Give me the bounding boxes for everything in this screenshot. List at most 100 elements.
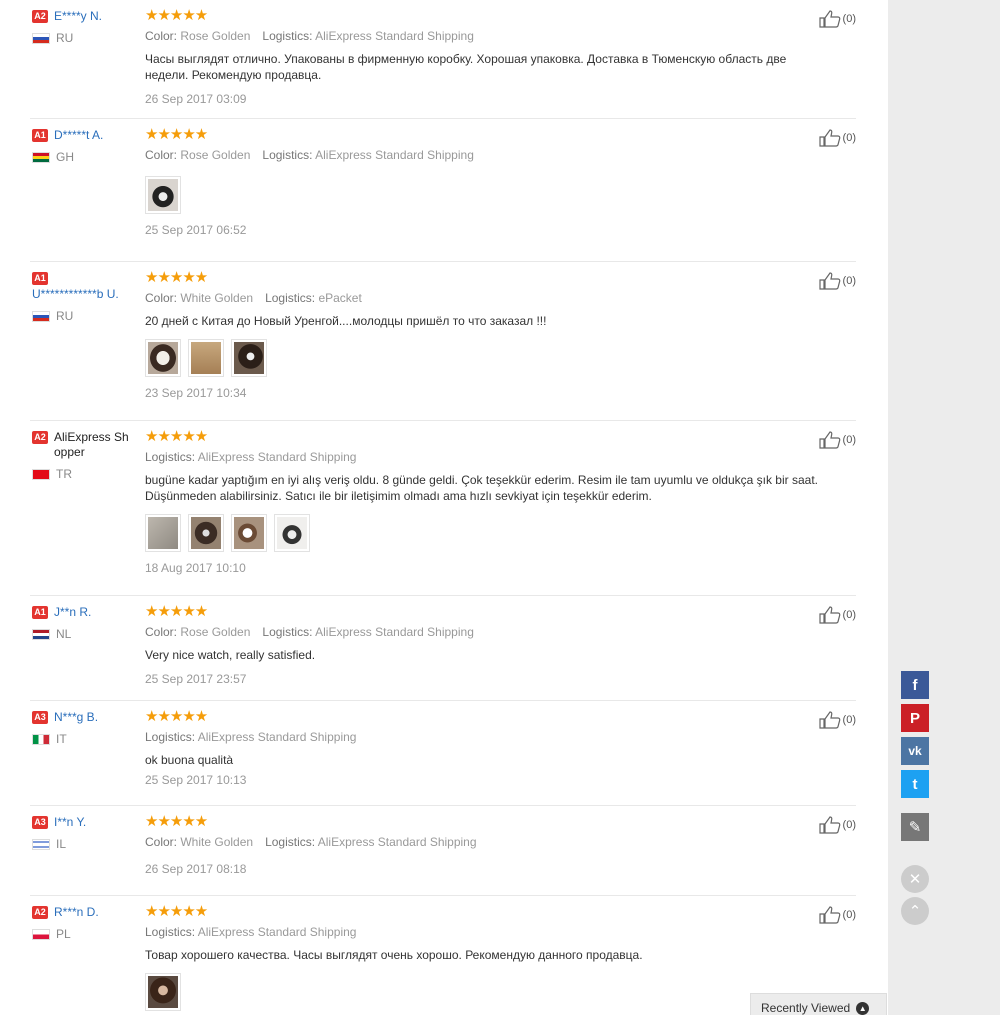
level-badge: A3 [32,711,48,724]
reviewer-name[interactable]: R***n D. [54,905,99,920]
review-photo[interactable] [145,176,181,214]
pencil-icon: ✎ [908,819,922,836]
star-rating: ★★★★★ [145,7,208,24]
review-photo[interactable] [231,339,267,377]
review-date: 25 Sep 2017 06:52 [145,223,247,237]
review-body: ★★★★★ Logistics: AliExpress Standard Shi… [145,429,825,575]
reviewer-name[interactable]: I**n Y. [54,815,86,830]
review-body: ★★★★★ Color: White Golden Logistics: AliE… [145,814,825,877]
reviewer-name[interactable]: D*****t A. [54,128,103,143]
country-code: IT [56,732,67,746]
reviewer-name[interactable]: U************b U. [32,287,119,302]
review-photo[interactable] [188,514,224,552]
helpful-count: (0) [842,909,856,921]
helpful-count: (0) [842,132,856,144]
star-rating: ★★★★★ [145,708,208,725]
logistics-label: Logistics: [262,148,313,162]
logistics-value: AliExpress Standard Shipping [197,450,357,464]
review-text: Часы выглядят отлично. Упакованы в фирме… [145,52,787,82]
helpful-button[interactable]: (0) [818,906,856,924]
review-photo[interactable] [188,339,224,377]
review-date: 25 Sep 2017 23:57 [145,672,247,686]
country-code: NL [56,627,72,641]
reviews-panel: A2 E****y N. RU ★★★★★ Color: Rose Golden L… [0,0,888,1015]
star-rating: ★★★★★ [145,126,208,143]
level-badge: A1 [32,272,48,285]
review-photo[interactable] [145,339,181,377]
color-value: Rose Golden [180,148,251,162]
flag-icon-ru [32,310,50,322]
flag-icon-nl [32,628,50,640]
review-item: A3 I**n Y. IL ★★★★★ Color: White Golden Lo… [30,806,856,896]
helpful-count: (0) [842,609,856,621]
level-badge: A1 [32,129,48,142]
reviewer-info: A3 N***g B. IT [32,710,144,746]
pinterest-share-button[interactable]: P [901,704,929,732]
level-badge: A2 [32,431,48,444]
review-text: Товар хорошего качества. Часы выглядят о… [145,948,643,962]
twitter-share-button[interactable]: t [901,770,929,798]
color-label: Color: [145,29,178,43]
logistics-value: AliExpress Standard Shipping [317,835,477,849]
helpful-button[interactable]: (0) [818,711,856,729]
reviewer-name[interactable]: J**n R. [54,605,91,620]
reviewer-name[interactable]: N***g B. [54,710,98,725]
helpful-count: (0) [842,13,856,25]
review-body: ★★★★★ Color: White Golden Logistics: ePac… [145,270,825,400]
flag-icon-gh [32,151,50,163]
review-item: A1 D*****t A. GH ★★★★★ Color: Rose Golden… [30,119,856,262]
helpful-button[interactable]: (0) [818,129,856,147]
close-button[interactable]: ✕ [901,865,929,893]
star-rating: ★★★★★ [145,903,208,920]
review-body: ★★★★★ Logistics: AliExpress Standard Shi… [145,904,825,1011]
helpful-button[interactable]: (0) [818,606,856,624]
edit-button[interactable]: ✎ [901,813,929,841]
flag-icon-ru [32,32,50,44]
thumbs-up-icon [818,431,840,449]
logistics-value: AliExpress Standard Shipping [315,29,474,43]
review-date: 18 Aug 2017 10:10 [145,561,246,575]
recently-viewed-tab[interactable]: Recently Viewed ▲ [750,993,887,1015]
vk-share-button[interactable]: vk [901,737,929,765]
reviewer-name[interactable]: E****y N. [54,9,102,24]
helpful-button[interactable]: (0) [818,431,856,449]
thumbs-up-icon [818,816,840,834]
helpful-button[interactable]: (0) [818,272,856,290]
level-badge: A2 [32,10,48,23]
facebook-icon: f [912,676,918,694]
color-label: Color: [145,148,178,162]
helpful-count: (0) [842,819,856,831]
color-value: White Golden [180,835,254,849]
reviewer-info: A3 I**n Y. IL [32,815,144,851]
review-text: ok buona qualità [145,753,234,767]
review-body: ★★★★★ Color: Rose Golden Logistics: AliEx… [145,7,825,107]
back-to-top-button[interactable]: ⌃ [901,897,929,925]
color-label: Color: [145,835,178,849]
logistics-value: AliExpress Standard Shipping [197,925,357,939]
thumbs-up-icon [818,272,840,290]
thumbs-up-icon [818,906,840,924]
review-photo[interactable] [231,514,267,552]
helpful-button[interactable]: (0) [818,10,856,28]
logistics-label: Logistics: [262,625,313,639]
flag-icon-it [32,733,50,745]
review-date: 23 Sep 2017 10:34 [145,386,247,400]
review-photo[interactable] [145,514,181,552]
helpful-button[interactable]: (0) [818,816,856,834]
level-badge: A3 [32,816,48,829]
review-photo[interactable] [274,514,310,552]
logistics-label: Logistics: [265,291,316,305]
country-code: TR [56,467,72,481]
logistics-value: AliExpress Standard Shipping [315,148,474,162]
color-value: White Golden [180,291,254,305]
thumbs-up-icon [818,711,840,729]
flag-icon-il [32,838,50,850]
reviewer-info: A1 D*****t A. GH [32,128,144,164]
review-date: 26 Sep 2017 03:09 [145,92,247,106]
chevron-up-icon: ▲ [856,1001,870,1015]
review-item: A1 J**n R. NL ★★★★★ Color: Rose Golden Log… [30,596,856,701]
reviewer-info: A1 U************b U. RU [32,271,144,323]
review-item: A2 E****y N. RU ★★★★★ Color: Rose Golden L… [30,0,856,119]
facebook-share-button[interactable]: f [901,671,929,699]
review-photo[interactable] [145,973,181,1011]
